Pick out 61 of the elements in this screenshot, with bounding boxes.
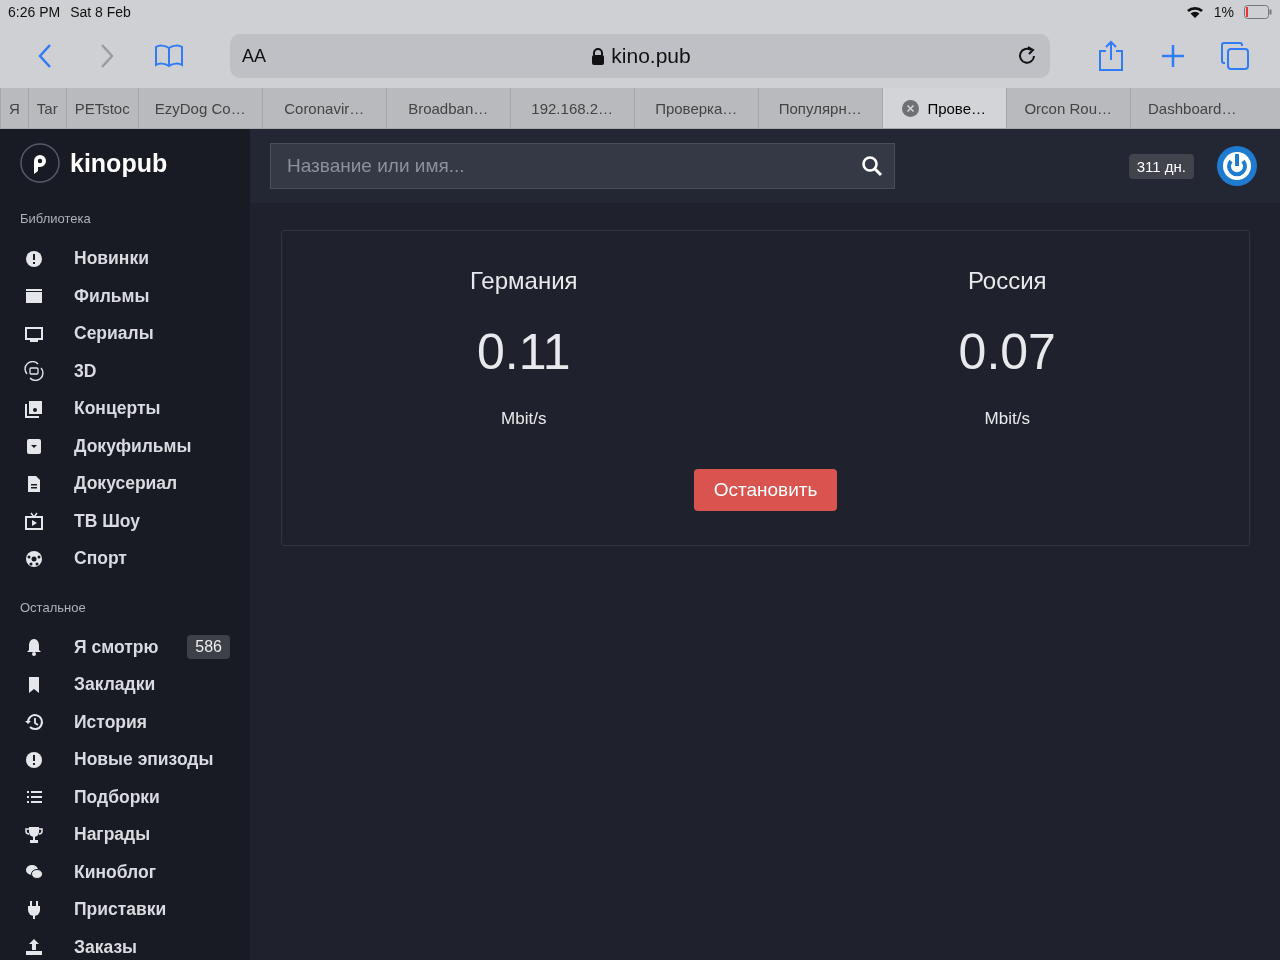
nav-link[interactable]: Награды <box>20 816 230 854</box>
open-book-icon[interactable] <box>154 44 184 68</box>
section-heading: Библиотека <box>20 211 92 226</box>
server-name: Россия <box>967 267 1047 295</box>
browser-tab[interactable]: Прове… <box>881 88 1006 128</box>
nav-link[interactable]: Концерты <box>20 390 230 428</box>
status-date: Sat 8 Feb <box>70 4 131 20</box>
alert-badge-icon <box>24 749 44 770</box>
stop-button[interactable]: Остановить <box>693 469 838 511</box>
search-icon[interactable] <box>861 155 883 177</box>
music-album-icon <box>24 398 44 419</box>
trophy-icon <box>24 824 44 845</box>
wifi-icon <box>1185 5 1204 19</box>
history-icon <box>24 712 44 733</box>
nav-link[interactable]: Киноблог <box>20 853 230 891</box>
nav-link[interactable]: Докусериал <box>20 465 230 503</box>
speed-value: 0.11 <box>476 323 571 381</box>
plus-icon[interactable] <box>1161 44 1185 68</box>
nav-link[interactable]: Я смотрю 586 <box>20 628 230 666</box>
speed-unit: Mbit/s <box>501 409 547 429</box>
alert-badge-icon <box>24 248 44 269</box>
power-avatar-icon[interactable] <box>1216 145 1258 187</box>
share-icon[interactable] <box>1098 40 1124 72</box>
nav-link[interactable]: Спорт <box>20 540 230 578</box>
logo-icon <box>20 143 60 183</box>
upload-icon <box>24 937 44 958</box>
nav-link[interactable]: Закладки <box>20 666 230 704</box>
nav-link[interactable]: Сериалы <box>20 315 230 353</box>
close-icon[interactable] <box>902 99 920 117</box>
back-chevron-icon[interactable] <box>38 43 52 69</box>
rotate-box-icon <box>24 361 44 382</box>
lock-icon <box>591 47 606 65</box>
archive-box-icon <box>24 436 44 457</box>
battery-percent: 1% <box>1213 4 1234 20</box>
reload-icon[interactable] <box>1016 45 1038 67</box>
tv-play-icon <box>24 511 44 532</box>
text-size-button[interactable]: AA <box>242 45 266 67</box>
nav-link[interactable]: Фильмы <box>20 277 230 315</box>
speed-value: 0.07 <box>958 323 1056 381</box>
nav-link[interactable]: Подборки <box>20 778 230 816</box>
subscription-badge: 311 дн. <box>1128 153 1194 179</box>
nav-link[interactable]: ТВ Шоу <box>20 502 230 540</box>
nav-link[interactable]: Новые эпизоды <box>20 741 230 779</box>
count-badge: 586 <box>187 635 230 660</box>
status-time: 6:26 PM <box>8 4 61 20</box>
server-name: Германия <box>469 267 578 295</box>
nav-link[interactable]: 3D <box>20 352 230 390</box>
nav-link[interactable]: Докуфильмы <box>20 427 230 465</box>
nav-link[interactable]: Приставки <box>20 891 230 929</box>
url-text: kino.pub <box>611 44 691 68</box>
section-heading: Остальное <box>20 599 87 615</box>
nav-link[interactable]: Заказы <box>20 928 230 960</box>
nav-link[interactable]: Новинки <box>20 240 230 278</box>
logo-text: kinopub <box>70 148 168 178</box>
battery-icon <box>1244 5 1272 19</box>
overlapping-squares-icon[interactable] <box>1220 41 1250 71</box>
address-bar[interactable]: AA kino.pub <box>230 34 1050 78</box>
soccer-ball-icon <box>24 548 44 569</box>
search-field[interactable]: Название или имя... <box>270 143 895 189</box>
nav-link[interactable]: История <box>20 703 230 741</box>
speed-unit: Mbit/s <box>984 409 1030 429</box>
